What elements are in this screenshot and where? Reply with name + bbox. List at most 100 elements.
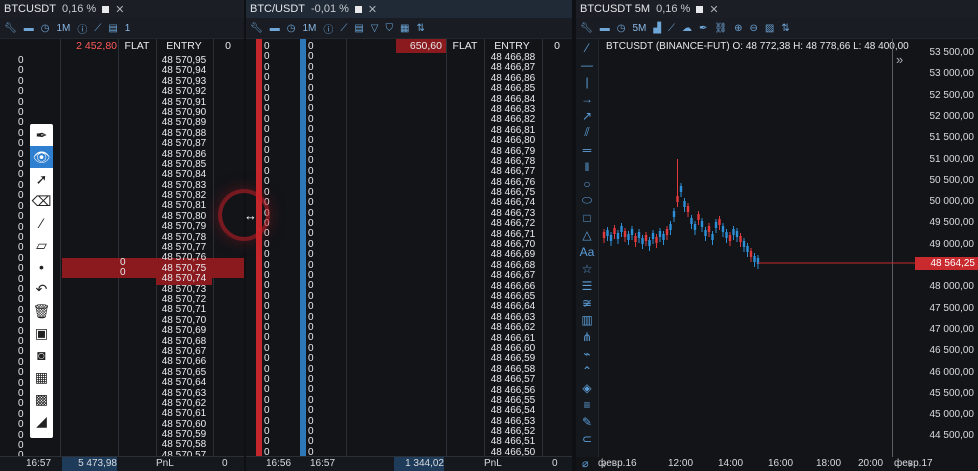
sort-icon[interactable]: ⇅ xyxy=(781,23,789,34)
settings-icon[interactable]: ⌀ xyxy=(582,457,589,470)
channel-tool-icon[interactable]: ⫽ xyxy=(576,124,598,141)
tab-btc-usdt[interactable]: BTC/USDT -0,01 % ✕ xyxy=(246,0,572,18)
brush-icon[interactable]: ⁄ xyxy=(30,212,53,234)
clipboard-icon[interactable]: ▦ xyxy=(30,366,53,388)
time-axis[interactable]: февр.16 12:00 14:00 16:00 18:00 20:00 февр.17 xyxy=(598,457,933,471)
pencil-tool-icon[interactable]: ✎ xyxy=(576,413,598,430)
price-level[interactable]: 48 466,57 xyxy=(484,374,542,385)
price-level[interactable]: 48 466,62 xyxy=(484,322,542,333)
magnet-tool-icon[interactable]: ⊂ xyxy=(576,430,598,447)
interval-selector[interactable]: 5M xyxy=(632,23,646,34)
dom-toolbar: 🔧︎ ▬ ◷ 1M ⓘ ⟋ ▤ 1 xyxy=(0,18,244,39)
folder-icon[interactable]: ▬ xyxy=(270,23,280,34)
stamp-icon[interactable]: ▣ xyxy=(30,322,53,344)
ray-tool-icon[interactable]: → xyxy=(576,90,598,107)
zoom-in-icon[interactable]: ⊕ xyxy=(734,23,742,34)
info-icon[interactable]: ⓘ xyxy=(77,21,87,36)
shield-icon[interactable]: ⛉ xyxy=(386,23,394,34)
funnel-icon[interactable]: ▽ xyxy=(371,23,379,34)
gann-tool-icon[interactable]: ▥ xyxy=(576,311,598,328)
price-axis[interactable]: 53 500,00 53 000,00 52 500,00 52 000,00 51 5… xyxy=(915,39,978,457)
pen-icon[interactable]: ✒ xyxy=(30,124,53,146)
chevron-right-icon[interactable]: › xyxy=(908,459,912,471)
measure-tool-icon[interactable]: ◈ xyxy=(576,379,598,396)
chart-line-icon[interactable]: ⟋ xyxy=(94,23,101,34)
circle-tool-icon[interactable]: ○ xyxy=(576,175,598,192)
candlestick-chart[interactable] xyxy=(598,39,915,443)
line-tool-icon[interactable]: ⁄ xyxy=(576,39,598,56)
cursor-icon[interactable]: ➚ xyxy=(30,168,53,190)
close-icon[interactable]: ✕ xyxy=(709,3,718,16)
interval-selector[interactable]: 1M xyxy=(302,23,316,34)
triangle-tool-icon[interactable]: △ xyxy=(576,226,598,243)
rectangle-tool-icon[interactable]: □ xyxy=(576,209,598,226)
chart-line-icon[interactable]: ⟋ xyxy=(340,23,347,34)
fib-ext-tool-icon[interactable]: ≆ xyxy=(576,294,598,311)
hline-tool-icon[interactable]: — xyxy=(576,56,598,73)
undo-icon[interactable]: ↶ xyxy=(30,278,53,300)
resize-handle-icon[interactable]: ◢ xyxy=(30,410,53,432)
info-icon[interactable]: ⓘ xyxy=(323,21,333,36)
folder-icon[interactable]: ▬ xyxy=(24,23,34,34)
color-palette-icon[interactable]: ▩ xyxy=(30,388,53,410)
ellipse-tool-icon[interactable]: ⬭ xyxy=(576,192,598,209)
price-ladder[interactable]: 48 466,88 48 466,87 48 466,86 48 466,85 48 4… xyxy=(484,52,542,458)
price-level[interactable]: 48 570,69 xyxy=(156,325,212,336)
right-header: 0 xyxy=(225,40,231,52)
trash-icon[interactable]: 🗑︎ xyxy=(30,300,53,322)
zoom-out-icon[interactable]: ⊖ xyxy=(750,23,758,34)
eye-icon[interactable]: 👁︎ xyxy=(30,146,53,168)
candle-body xyxy=(679,186,683,192)
image-icon[interactable]: ▨ xyxy=(765,23,774,34)
star-tool-icon[interactable]: ☆ xyxy=(576,260,598,277)
cloud-icon[interactable]: ☁ xyxy=(682,23,692,34)
layers-icon[interactable]: ▤ xyxy=(354,23,363,34)
pitchfork-tool-icon[interactable]: ⋔ xyxy=(576,328,598,345)
layers-icon[interactable]: ▤ xyxy=(108,23,117,34)
wrench-icon[interactable]: 🔧︎ xyxy=(250,23,263,34)
grid-icon[interactable]: ▦ xyxy=(400,23,409,34)
bar-chart-icon[interactable]: ▟ xyxy=(653,23,661,34)
pen-icon[interactable]: ✒ xyxy=(699,23,707,34)
text-tool-icon[interactable]: Aa xyxy=(576,243,598,260)
close-icon[interactable]: ✕ xyxy=(115,3,124,16)
close-icon[interactable]: ✕ xyxy=(368,3,377,16)
wrench-icon[interactable]: 🔧︎ xyxy=(580,23,593,34)
price-level[interactable]: 48 570,92 xyxy=(156,86,212,97)
chart-line-icon[interactable]: ⟋ xyxy=(668,23,675,34)
maximize-icon[interactable] xyxy=(102,5,110,13)
price-ladder[interactable]: 48 570,95 48 570,94 48 570,93 48 570,92 48 5… xyxy=(156,55,212,461)
interval-selector[interactable]: 1M xyxy=(56,23,70,34)
clock-icon[interactable]: ◷ xyxy=(287,23,296,34)
vparallel-tool-icon[interactable]: ‖ xyxy=(576,158,598,175)
clock-icon[interactable]: ◷ xyxy=(41,23,50,34)
folder-icon[interactable]: ▬ xyxy=(600,23,610,34)
price-level[interactable]: 48 570,64 xyxy=(156,377,212,388)
vline-tool-icon[interactable]: | xyxy=(576,73,598,90)
price-level[interactable]: 48 466,85 xyxy=(484,83,542,94)
price-level[interactable]: 48 570,87 xyxy=(156,138,212,149)
price-tick: 45 500,00 xyxy=(929,387,975,399)
dom-footer: 16:57 5 473,98 PnL 0 xyxy=(0,456,244,471)
price-level[interactable]: 48 466,80 xyxy=(484,135,542,146)
maximize-icon[interactable] xyxy=(696,5,704,13)
arrow-tool-icon[interactable]: ↗ xyxy=(576,107,598,124)
list-tool-icon[interactable]: ≡ xyxy=(576,396,598,413)
maximize-icon[interactable] xyxy=(354,5,362,13)
dot-icon[interactable]: • xyxy=(30,256,53,278)
tab-chart[interactable]: BTCUSDT 5M 0,16 % ✕ xyxy=(576,0,978,18)
volume-cell: 0 xyxy=(308,249,314,261)
wrench-icon[interactable]: 🔧︎ xyxy=(4,23,17,34)
wave-tool-icon[interactable]: ⌃ xyxy=(576,362,598,379)
marker-icon[interactable]: ▱ xyxy=(30,234,53,256)
link-icon[interactable]: ⛓ xyxy=(714,23,727,34)
fib-tool-icon[interactable]: ☰ xyxy=(576,277,598,294)
clock-icon[interactable]: ◷ xyxy=(617,23,626,34)
chevron-left-icon[interactable]: ‹ xyxy=(602,459,606,471)
sort-icon[interactable]: ⇅ xyxy=(416,23,424,34)
parallel-tool-icon[interactable]: ═ xyxy=(576,141,598,158)
camera-icon[interactable]: ◙ xyxy=(30,344,53,366)
eraser-icon[interactable]: ⌫ xyxy=(30,190,53,212)
zigzag-tool-icon[interactable]: ⌁ xyxy=(576,345,598,362)
tab-btcusdt[interactable]: BTCUSDT 0,16 % ✕ xyxy=(0,0,244,18)
